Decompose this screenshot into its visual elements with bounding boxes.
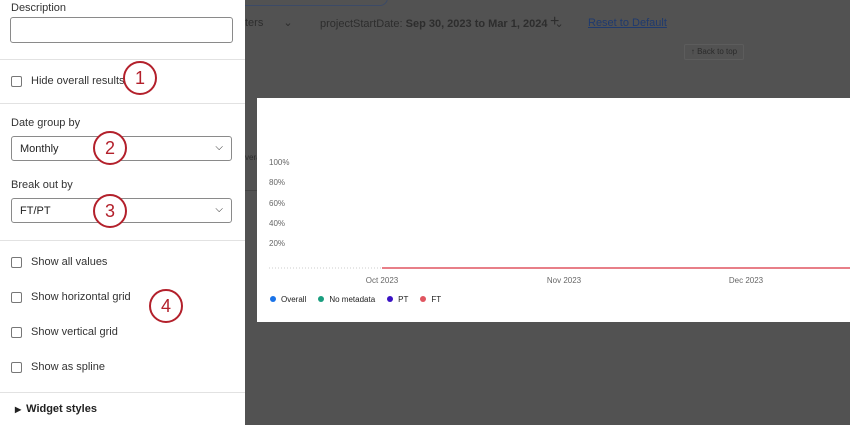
- checkbox-box[interactable]: [11, 361, 22, 373]
- checkbox-label: Show as spline: [31, 361, 105, 373]
- legend-item[interactable]: PT: [387, 295, 408, 304]
- legend-item[interactable]: FT: [420, 295, 441, 304]
- checkbox-label: Hide overall results: [31, 75, 125, 87]
- caret-right-icon: ▶: [15, 405, 22, 414]
- callout-4: 4: [149, 289, 183, 323]
- chart-widget: 100% 80% 60% 40% 20% Oct 2023 Nov 2023 Dec 202…: [257, 98, 850, 322]
- legend-dot-icon: [270, 296, 276, 302]
- search-pill: [230, 0, 388, 6]
- date-filter[interactable]: projectStartDate: Sep 30, 2023 to Mar 1,…: [320, 17, 564, 30]
- section-label: Widget styles: [26, 403, 97, 415]
- chevron-down-icon: ⌵: [215, 142, 223, 153]
- description-input[interactable]: [10, 17, 233, 43]
- chart-plot: [269, 267, 850, 269]
- description-label: Description: [11, 2, 67, 14]
- show-vertical-grid-checkbox[interactable]: Show vertical grid: [11, 326, 118, 338]
- divider: [0, 240, 245, 241]
- add-filter-icon[interactable]: +: [550, 13, 559, 31]
- breakout-label: Break out by: [11, 179, 73, 191]
- widget-styles-toggle[interactable]: ▶ Widget styles: [15, 403, 97, 415]
- x-tick-label: Dec 2023: [728, 276, 764, 285]
- checkbox-box[interactable]: [11, 256, 22, 268]
- filter-label: projectStartDate:: [320, 18, 403, 30]
- x-tick-label: Nov 2023: [546, 276, 582, 285]
- legend: Overall No metadata PT FT: [270, 295, 441, 304]
- divider: [245, 190, 257, 191]
- divider: [0, 59, 245, 60]
- show-horizontal-grid-checkbox[interactable]: Show horizontal grid: [11, 291, 131, 303]
- reset-to-default-link[interactable]: Reset to Default: [588, 17, 667, 29]
- filters-button[interactable]: ters ⌄: [245, 16, 293, 29]
- legend-label: PT: [398, 295, 409, 304]
- hide-overall-checkbox[interactable]: Hide overall results: [11, 75, 125, 87]
- filters-label: ters: [245, 17, 264, 29]
- chevron-down-icon: ⌵: [215, 204, 223, 215]
- legend-item[interactable]: Overall: [270, 295, 306, 304]
- select-value: FT/PT: [20, 205, 51, 217]
- legend-label: No metadata: [329, 295, 376, 304]
- legend-dot-icon: [318, 296, 325, 302]
- date-group-label: Date group by: [11, 117, 81, 129]
- checkbox-box[interactable]: [11, 326, 22, 338]
- divider: [0, 392, 245, 393]
- chevron-down-icon: ⌄: [283, 17, 293, 29]
- filter-value: Sep 30, 2023 to Mar 1, 2024: [405, 18, 548, 30]
- legend-dot-icon: [420, 296, 427, 302]
- checkbox-label: Show vertical grid: [31, 326, 118, 338]
- divider: [0, 103, 245, 104]
- x-tick-label: Oct 2023: [365, 276, 399, 285]
- legend-label: Overall: [281, 295, 307, 304]
- back-to-top-button[interactable]: ↑ Back to top: [684, 44, 744, 60]
- show-all-values-checkbox[interactable]: Show all values: [11, 256, 107, 268]
- callout-1: 1: [123, 61, 157, 95]
- legend-dot-icon: [387, 296, 394, 302]
- select-value: Monthly: [20, 143, 59, 155]
- checkbox-box[interactable]: [11, 75, 22, 87]
- callout-3: 3: [93, 194, 127, 228]
- legend-item[interactable]: No metadata: [318, 295, 375, 304]
- checkbox-label: Show all values: [31, 256, 108, 268]
- checkbox-box[interactable]: [11, 291, 22, 303]
- checkbox-label: Show horizontal grid: [31, 291, 131, 303]
- legend-label: FT: [431, 295, 442, 304]
- callout-2: 2: [93, 131, 127, 165]
- show-as-spline-checkbox[interactable]: Show as spline: [11, 361, 105, 373]
